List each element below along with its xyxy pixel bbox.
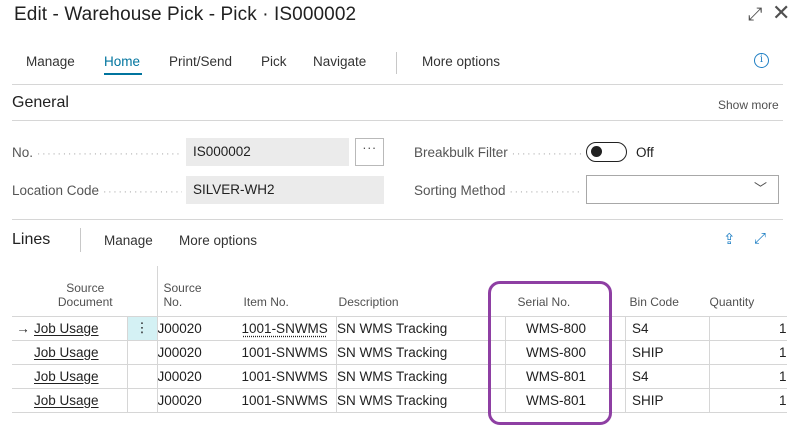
action-home-tab[interactable]: Home <box>104 54 140 69</box>
source-no-cell[interactable]: J00020 <box>156 315 242 341</box>
quantity-cell[interactable]: 1 <box>709 339 787 365</box>
toggle-knob <box>591 146 602 157</box>
divider <box>12 84 783 85</box>
breakbulk-filter-label: Breakbulk Filter ·······················… <box>414 145 582 160</box>
col-header-bin-code[interactable]: Bin Code <box>626 266 710 316</box>
expand-icon[interactable]: ⤢ <box>748 4 762 25</box>
location-code-label-text: Location Code <box>12 183 100 198</box>
no-label: No. ································· <box>12 145 182 160</box>
table-row[interactable]: → Job Usage ⋮ J00020 1001-SNWMS SN WMS T… <box>12 315 787 341</box>
row-menu-icon[interactable]: ⋮ <box>126 315 157 341</box>
serial-no-cell[interactable]: WMS-800 <box>505 315 626 341</box>
divider <box>12 120 783 121</box>
serial-no-cell[interactable]: WMS-801 <box>505 363 626 389</box>
sorting-method-label-text: Sorting Method <box>414 183 506 198</box>
quantity-cell[interactable]: 1 <box>709 315 787 341</box>
sorting-method-select[interactable] <box>586 175 779 204</box>
quantity-cell[interactable]: 1 <box>709 387 787 413</box>
item-no-cell[interactable]: 1001-SNWMS <box>242 321 328 336</box>
location-code-field[interactable]: SILVER-WH2 <box>186 176 384 204</box>
no-label-text: No. <box>12 145 34 160</box>
action-pick[interactable]: Pick <box>261 54 287 69</box>
row-indicator <box>12 339 34 365</box>
bin-code-cell[interactable]: S4 <box>625 315 710 341</box>
bin-code-cell[interactable]: SHIP <box>625 339 710 365</box>
source-no-cell[interactable]: J00020 <box>156 339 242 365</box>
close-icon[interactable]: ✕ <box>772 0 790 26</box>
sorting-method-label: Sorting Method ·························… <box>414 183 582 198</box>
table-row[interactable]: Job Usage J00020 1001-SNWMS SN WMS Track… <box>12 387 787 413</box>
row-menu-cell[interactable] <box>126 363 157 389</box>
breakbulk-filter-toggle[interactable] <box>586 142 627 162</box>
col-header-source-no[interactable]: Source No. <box>156 266 242 316</box>
label-dots: ································· <box>509 186 582 198</box>
description-cell[interactable]: SN WMS Tracking <box>336 363 506 389</box>
label-dots: ································· <box>102 186 182 198</box>
quantity-cell[interactable]: 1 <box>709 363 787 389</box>
current-row-arrow-icon: → <box>12 315 34 341</box>
divider <box>12 219 783 220</box>
active-tab-indicator <box>104 73 142 75</box>
table-row[interactable]: Job Usage J00020 1001-SNWMS SN WMS Track… <box>12 363 787 389</box>
lines-more-options-button[interactable]: More options <box>179 233 257 248</box>
col-header-serial-no[interactable]: Serial No. <box>506 266 626 316</box>
serial-no-cell[interactable]: WMS-800 <box>505 339 626 365</box>
serial-no-cell[interactable]: WMS-801 <box>505 387 626 413</box>
general-section-title[interactable]: General <box>12 94 69 112</box>
source-no-cell[interactable]: J00020 <box>156 387 242 413</box>
lines-divider <box>80 228 81 252</box>
source-document-cell[interactable]: Job Usage <box>34 393 99 408</box>
table-header-row: Source Document Source No. Item No. Desc… <box>12 266 787 316</box>
source-document-cell[interactable]: Job Usage <box>34 321 99 336</box>
col-header-source-document[interactable]: Source Document <box>34 266 157 316</box>
item-no-cell[interactable]: 1001-SNWMS <box>241 339 337 365</box>
breakbulk-filter-state: Off <box>636 145 654 160</box>
bin-code-cell[interactable]: S4 <box>625 363 710 389</box>
lines-manage-button[interactable]: Manage <box>104 233 153 248</box>
page-title: Edit - Warehouse Pick - Pick · IS000002 <box>14 4 357 25</box>
description-cell[interactable]: SN WMS Tracking <box>336 387 506 413</box>
lines-table: Source Document Source No. Item No. Desc… <box>12 266 787 413</box>
table-row[interactable]: Job Usage J00020 1001-SNWMS SN WMS Track… <box>12 339 787 365</box>
col-header-item-no[interactable]: Item No. <box>242 266 337 316</box>
item-no-cell[interactable]: 1001-SNWMS <box>241 387 337 413</box>
show-more-link[interactable]: Show more <box>718 98 779 112</box>
assist-edit-button[interactable]: ··· <box>355 138 384 166</box>
description-cell[interactable]: SN WMS Tracking <box>336 315 506 341</box>
no-field[interactable]: IS000002 <box>186 138 349 166</box>
action-divider <box>396 52 397 74</box>
action-navigate[interactable]: Navigate <box>313 54 366 69</box>
share-icon[interactable]: ⇪ <box>723 230 736 248</box>
action-more-options[interactable]: More options <box>422 54 500 69</box>
action-print-send[interactable]: Print/Send <box>169 54 232 69</box>
item-no-cell[interactable]: 1001-SNWMS <box>241 363 337 389</box>
action-manage[interactable]: Manage <box>26 54 75 69</box>
chevron-down-icon[interactable]: ﹀ <box>754 178 767 197</box>
lines-section-title[interactable]: Lines <box>12 231 50 249</box>
col-header-quantity[interactable]: Quantity <box>710 266 787 316</box>
breakbulk-filter-label-text: Breakbulk Filter <box>414 145 508 160</box>
bin-code-cell[interactable]: SHIP <box>625 387 710 413</box>
location-code-label: Location Code ··························… <box>12 183 182 198</box>
row-indicator <box>12 387 34 413</box>
source-no-cell[interactable]: J00020 <box>156 363 242 389</box>
info-icon[interactable]: i <box>754 53 769 68</box>
source-document-cell[interactable]: Job Usage <box>34 369 99 384</box>
label-dots: ································· <box>36 148 182 160</box>
row-menu-cell[interactable] <box>126 339 157 365</box>
row-indicator <box>12 363 34 389</box>
col-header-description[interactable]: Description <box>337 266 506 316</box>
row-menu-cell[interactable] <box>126 387 157 413</box>
source-document-cell[interactable]: Job Usage <box>34 345 99 360</box>
expand-icon[interactable]: ⤢ <box>754 230 766 247</box>
description-cell[interactable]: SN WMS Tracking <box>336 339 506 365</box>
label-dots: ································· <box>511 148 582 160</box>
